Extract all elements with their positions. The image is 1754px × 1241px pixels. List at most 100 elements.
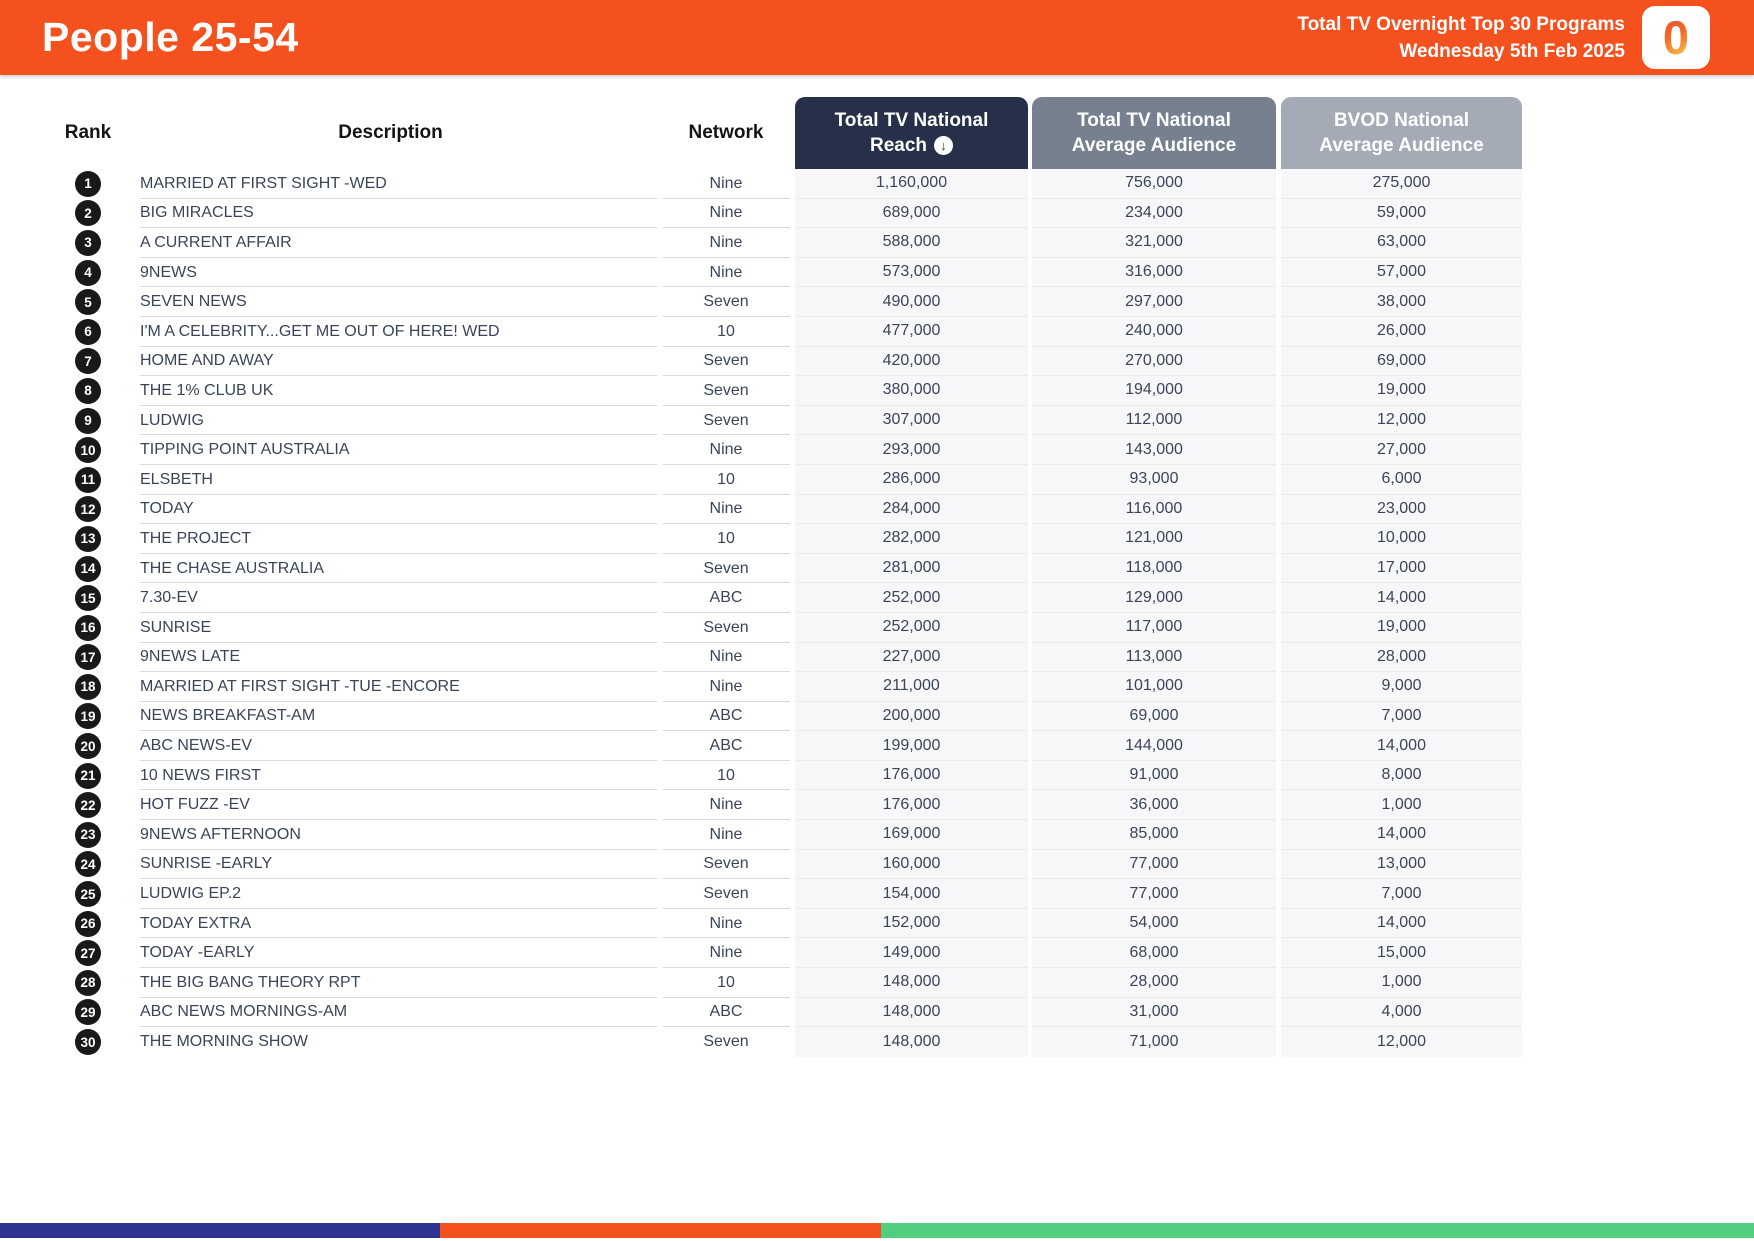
rank-cell: 6 [55,317,121,347]
rank-badge: 15 [75,585,101,612]
program-description: THE 1% CLUB UK [121,376,660,406]
total-tv-average-audience-value: 112,000 [1032,405,1276,436]
rank-cell: 21 [55,761,121,791]
rank-badge: 27 [75,940,101,967]
bvod-average-audience-value: 275,000 [1281,169,1522,199]
total-tv-average-audience-value: 93,000 [1032,464,1276,495]
rank-cell: 16 [55,613,121,643]
program-network: Seven [660,554,792,584]
program-network: Seven [660,376,792,406]
program-network: Nine [660,790,792,820]
column-header-description: Description [338,122,443,143]
footer-segment-orange [440,1223,882,1238]
oztam-logo: 0 [1642,6,1710,69]
total-tv-average-audience-value: 270,000 [1032,346,1276,377]
bvod-average-audience-value: 14,000 [1281,731,1522,761]
program-network: Nine [660,169,792,199]
program-description: THE PROJECT [121,524,660,554]
rank-badge: 5 [75,289,101,316]
total-tv-average-audience-value: 297,000 [1032,287,1276,317]
program-description: SEVEN NEWS [121,287,660,317]
total-tv-reach-value: 252,000 [795,612,1028,643]
bvod-average-audience-value: 17,000 [1281,553,1522,584]
program-description: BIG MIRACLES [121,199,660,229]
table-row: 30 THE MORNING SHOW Seven 148,000 71,000 12,0… [55,1027,1522,1057]
total-tv-reach-value: 477,000 [795,316,1028,347]
program-network: ABC [660,998,792,1028]
table-row: 9 LUDWIG Seven 307,000 112,000 12,000 [55,405,1522,436]
table-row: 13 THE PROJECT 10 282,000 121,000 10,000 [55,524,1522,554]
table-row: 23 9NEWS AFTERNOON Nine 169,000 85,000 14,000 [55,820,1522,850]
program-network: 10 [660,465,792,495]
program-description: ABC NEWS-EV [121,731,660,761]
table-row: 21 10 NEWS FIRST 10 176,000 91,000 8,000 [55,760,1522,791]
total-tv-average-audience-value: 116,000 [1032,494,1276,525]
bvod-average-audience-value: 12,000 [1281,1027,1522,1057]
rank-badge: 19 [75,703,101,730]
total-tv-reach-value: 148,000 [795,1027,1028,1057]
table-row: 4 9NEWS Nine 573,000 316,000 57,000 [55,257,1522,288]
program-network: Nine [660,820,792,850]
program-network: Nine [660,909,792,939]
program-description: HOT FUZZ -EV [121,790,660,820]
rank-cell: 4 [55,258,121,288]
rank-badge: 28 [75,969,101,996]
rank-cell: 22 [55,790,121,820]
report-subtitle: Total TV Overnight Top 30 Programs Wedne… [1297,11,1625,65]
table-row: 1 MARRIED AT FIRST SIGHT -WED Nine 1,160,00… [55,169,1522,199]
table-header-row: Rank Description Network Total TV Nation… [55,97,1522,169]
rank-badge: 21 [75,762,101,789]
total-tv-average-audience-value: 129,000 [1032,583,1276,613]
total-tv-reach-value: 282,000 [795,524,1028,554]
total-tv-reach-value: 1,160,000 [795,169,1028,199]
bvod-average-audience-value: 14,000 [1281,908,1522,939]
program-description: THE CHASE AUSTRALIA [121,554,660,584]
total-tv-reach-value: 284,000 [795,494,1028,525]
program-description: LUDWIG EP.2 [121,879,660,909]
total-tv-average-audience-value: 36,000 [1032,790,1276,821]
total-tv-average-audience-value: 85,000 [1032,820,1276,850]
total-tv-average-audience-value: 101,000 [1032,672,1276,702]
total-tv-reach-value: 286,000 [795,464,1028,495]
total-tv-reach-value: 293,000 [795,435,1028,465]
column-header-total-tv-reach[interactable]: Total TV National Reach ↓ [795,97,1028,169]
reach-header-line1: Total TV National [834,110,989,131]
total-tv-average-audience-value: 756,000 [1032,169,1276,199]
program-description: 9NEWS LATE [121,643,660,673]
rank-badge: 24 [75,851,101,878]
program-description: 9NEWS AFTERNOON [121,820,660,850]
rank-badge: 4 [75,259,101,286]
total-tv-reach-value: 689,000 [795,198,1028,229]
bvod-average-audience-value: 69,000 [1281,346,1522,377]
column-header-bvod-average-audience[interactable]: BVOD National Average Audience [1281,97,1522,169]
rank-badge: 10 [75,437,101,464]
reach-header-line2: Reach [869,135,928,156]
rank-badge: 23 [75,821,101,848]
bvod-average-audience-value: 13,000 [1281,849,1522,880]
table-row: 28 THE BIG BANG THEORY RPT 10 148,000 28,000… [55,968,1522,998]
rank-badge: 3 [75,229,101,256]
avg-audience-header-line1: Total TV National [1077,110,1231,131]
rank-badge: 18 [75,673,101,700]
table-body: 1 MARRIED AT FIRST SIGHT -WED Nine 1,160,00… [55,169,1522,1057]
total-tv-average-audience-value: 31,000 [1032,997,1276,1028]
column-header-total-tv-average-audience[interactable]: Total TV National Average Audience [1032,97,1276,169]
rank-cell: 14 [55,554,121,584]
total-tv-average-audience-value: 54,000 [1032,908,1276,939]
rank-cell: 2 [55,199,121,229]
rank-cell: 26 [55,909,121,939]
program-description: ABC NEWS MORNINGS-AM [121,998,660,1028]
bvod-average-audience-value: 15,000 [1281,938,1522,969]
total-tv-average-audience-value: 68,000 [1032,938,1276,969]
table-row: 29 ABC NEWS MORNINGS-AM ABC 148,000 31,000 4,… [55,997,1522,1028]
bvod-average-audience-value: 23,000 [1281,494,1522,525]
total-tv-reach-value: 490,000 [795,287,1028,317]
program-network: Seven [660,879,792,909]
bvod-average-audience-value: 63,000 [1281,228,1522,258]
program-network: 10 [660,524,792,554]
rank-cell: 13 [55,524,121,554]
table-row: 3 A CURRENT AFFAIR Nine 588,000 321,000 63,00… [55,228,1522,258]
table-row: 27 TODAY -EARLY Nine 149,000 68,000 15,000 [55,938,1522,969]
program-description: NEWS BREAKFAST-AM [121,702,660,732]
program-description: THE BIG BANG THEORY RPT [121,968,660,998]
